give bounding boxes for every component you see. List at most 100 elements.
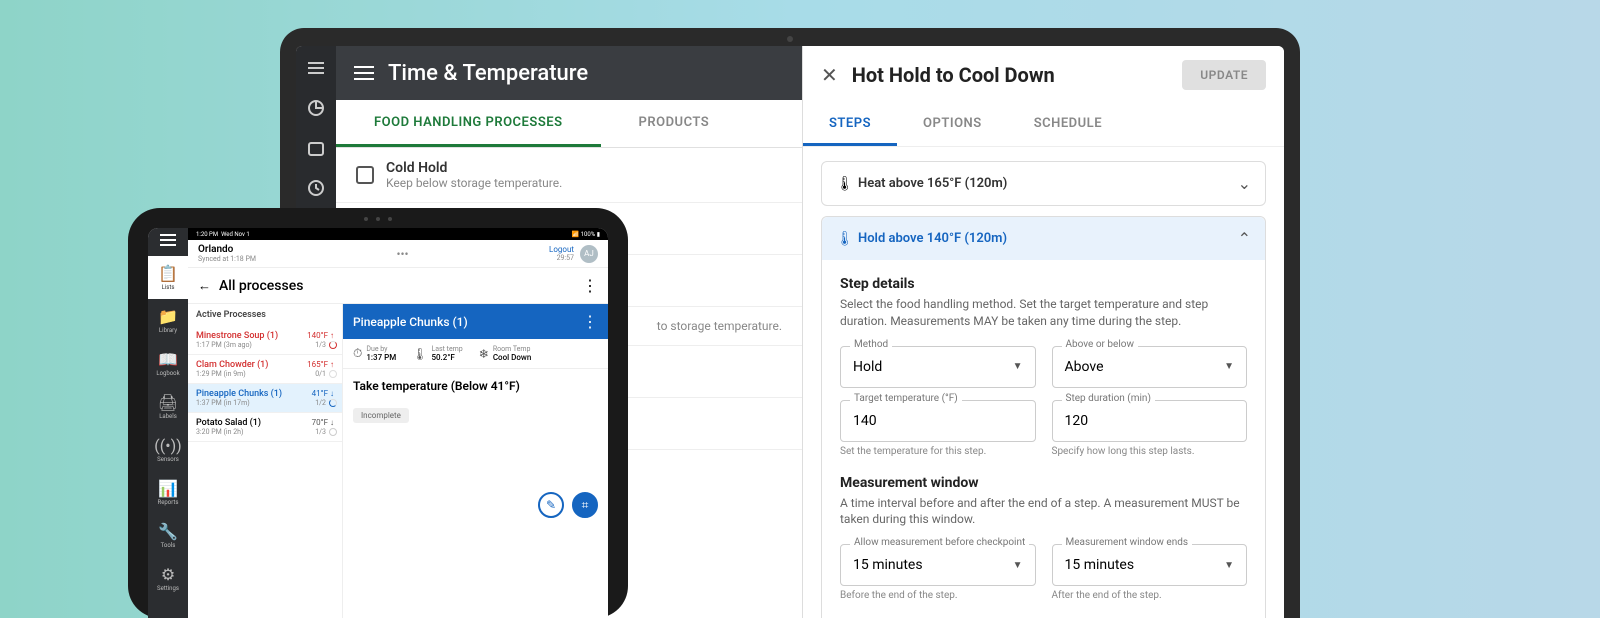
tab-products[interactable]: PRODUCTS [601, 100, 748, 147]
back-icon[interactable]: ← [198, 278, 211, 294]
more-icon[interactable]: ⋮ [582, 312, 598, 331]
thermometer-icon: 🌡 [836, 176, 848, 192]
sidebar-lists[interactable]: 📋Lists [148, 256, 188, 299]
more-icon[interactable]: ⋮ [582, 276, 598, 295]
tab-options[interactable]: OPTIONS [897, 104, 1008, 146]
side-drawer: ✕ Hot Hold to Cool Down UPDATE STEPS OPT… [802, 46, 1284, 618]
snowflake-icon: ❄ [479, 347, 489, 361]
clock-icon[interactable] [306, 178, 326, 198]
update-button[interactable]: UPDATE [1182, 60, 1266, 90]
list-item[interactable]: Clam Chowder (1) 1:29 PM (in 9m) 165°F ↑… [188, 355, 342, 384]
location-label: Orlando [198, 244, 256, 255]
page-title: Time & Temperature [388, 61, 588, 86]
process-detail: Pineapple Chunks (1) ⋮ ⏱Due by1:37 PM 🌡L… [343, 304, 608, 618]
sidebar-tools[interactable]: 🔧Tools [148, 514, 188, 557]
list-heading: Active Processes [188, 304, 342, 326]
section-desc: A time interval before and after the end… [840, 495, 1247, 529]
laptop-camera [787, 36, 793, 42]
tablet-sidebar: 📋Lists 📁Library 📖Logbook 🖨Labels ((•))Se… [148, 228, 188, 618]
sensor-icon: ((•)) [159, 436, 177, 454]
process-desc: Keep below storage temperature. [386, 176, 562, 190]
chevron-down-icon: ⌄ [1238, 174, 1251, 193]
target-temp-input[interactable]: Target temperature (°F) 140 Set the temp… [840, 400, 1036, 469]
tablet-camera-dots [364, 217, 392, 221]
step-header[interactable]: 🌡 Hold above 140°F (120m) ⌃ [822, 217, 1265, 260]
checkbox-icon [356, 166, 374, 184]
drawer-header: ✕ Hot Hold to Cool Down UPDATE [803, 46, 1284, 104]
edit-button[interactable]: ✎ [538, 492, 564, 518]
process-row[interactable]: Cold Hold Keep below storage temperature… [336, 148, 802, 203]
folder-icon: 📁 [159, 307, 177, 325]
tab-steps[interactable]: STEPS [803, 104, 897, 146]
section-title: Measurement window [840, 475, 1247, 491]
battery-icon: ▮ [597, 231, 600, 238]
desktop-tabs: FOOD HANDLING PROCESSES PRODUCTS [336, 100, 802, 148]
window-ends-select[interactable]: Measurement window ends 15 minutes▼ Afte… [1052, 544, 1248, 613]
chevron-down-icon: ▼ [1224, 560, 1234, 571]
hamburger-icon[interactable] [354, 66, 374, 80]
sidebar-reports[interactable]: 📊Reports [148, 471, 188, 514]
chevron-down-icon: ▼ [1013, 361, 1023, 372]
tablet-body: Active Processes Minestrone Soup (1) 1:1… [188, 304, 608, 618]
step-card-expanded: 🌡 Hold above 140°F (120m) ⌃ Step details… [821, 216, 1266, 618]
tablet-content: 1:20 PM Wed Nov 1 📶 100% ▮ Orlando Synce… [188, 228, 608, 618]
keypad-button[interactable]: ⌗ [572, 492, 598, 518]
subheader-title: All processes [219, 278, 574, 294]
thermometer-icon: 🌡 [836, 231, 848, 247]
tablet-screen: 📋Lists 📁Library 📖Logbook 🖨Labels ((•))Se… [148, 228, 608, 618]
desktop-header: Time & Temperature [336, 46, 802, 100]
clock-icon: ⏱ [353, 346, 362, 361]
status-bar: 1:20 PM Wed Nov 1 📶 100% ▮ [188, 228, 608, 240]
close-icon[interactable]: ✕ [821, 63, 838, 87]
detail-meta: ⏱Due by1:37 PM 🌡Last temp50.2°F ❄Room Te… [343, 339, 608, 369]
detail-actions: ✎ ⌗ [343, 482, 608, 528]
drawer-body: 🌡 Heat above 165°F (120m) ⌄ 🌡 Hold above… [803, 147, 1284, 618]
above-below-select[interactable]: Above or below Above▼ [1052, 346, 1248, 388]
process-list: Active Processes Minestrone Soup (1) 1:1… [188, 304, 343, 618]
pie-icon[interactable] [306, 98, 326, 118]
chevron-down-icon: ▼ [1013, 560, 1023, 571]
detail-header: Pineapple Chunks (1) ⋮ [343, 304, 608, 339]
countdown: 29:57 [549, 254, 574, 262]
chevron-down-icon: ▼ [1224, 361, 1234, 372]
section-title: Step details [840, 276, 1247, 292]
step-label: Hold above 140°F (120m) [858, 231, 1228, 246]
list-item[interactable]: Minestrone Soup (1) 1:17 PM (3m ago) 140… [188, 326, 342, 355]
drawer-title: Hot Hold to Cool Down [852, 63, 1169, 87]
process-name: Cold Hold [386, 160, 562, 176]
sidebar-library[interactable]: 📁Library [148, 299, 188, 342]
before-checkpoint-select[interactable]: Allow measurement before checkpoint 15 m… [840, 544, 1036, 613]
tab-food-handling[interactable]: FOOD HANDLING PROCESSES [336, 100, 601, 147]
method-select[interactable]: Method Hold▼ [840, 346, 1036, 388]
more-icon[interactable]: ••• [256, 247, 549, 261]
hamburger-icon[interactable] [160, 234, 176, 246]
process-desc-fragment: to storage temperature. [657, 319, 782, 333]
progress-ring-icon [329, 399, 337, 407]
tab-schedule[interactable]: SCHEDULE [1008, 104, 1128, 146]
list-item[interactable]: Potato Salad (1) 3:20 PM (in 2h) 70°F ↓ … [188, 413, 342, 442]
sync-status: Synced at 1:18 PM [198, 255, 256, 263]
wifi-icon: 📶 [572, 231, 579, 238]
chart-icon: 📊 [159, 479, 177, 497]
step-duration-input[interactable]: Step duration (min) 120 Specify how long… [1052, 400, 1248, 469]
tablet-topbar: Orlando Synced at 1:18 PM ••• Logout 29:… [188, 240, 608, 268]
tablet-frame: 📋Lists 📁Library 📖Logbook 🖨Labels ((•))Se… [128, 208, 628, 618]
progress-ring-icon [329, 370, 337, 378]
calendar-icon[interactable] [306, 138, 326, 158]
printer-icon: 🖨 [159, 393, 177, 411]
drawer-tabs: STEPS OPTIONS SCHEDULE [803, 104, 1284, 147]
chevron-up-icon: ⌃ [1238, 229, 1251, 248]
sidebar-sensors[interactable]: ((•))Sensors [148, 428, 188, 471]
logout-link[interactable]: Logout [549, 245, 574, 254]
avatar[interactable]: AJ [580, 245, 598, 263]
progress-ring-icon [329, 428, 337, 436]
sidebar-settings[interactable]: ⚙Settings [148, 557, 188, 600]
list-item[interactable]: Pineapple Chunks (1) 1:37 PM (in 17m) 41… [188, 384, 342, 413]
progress-ring-icon [329, 341, 337, 349]
clipboard-icon: 📋 [159, 264, 177, 282]
thermometer-icon: 🌡 [412, 347, 427, 361]
sidebar-labels[interactable]: 🖨Labels [148, 385, 188, 428]
step-card-collapsed[interactable]: 🌡 Heat above 165°F (120m) ⌄ [821, 161, 1266, 206]
menu-icon[interactable] [306, 58, 326, 78]
sidebar-logbook[interactable]: 📖Logbook [148, 342, 188, 385]
